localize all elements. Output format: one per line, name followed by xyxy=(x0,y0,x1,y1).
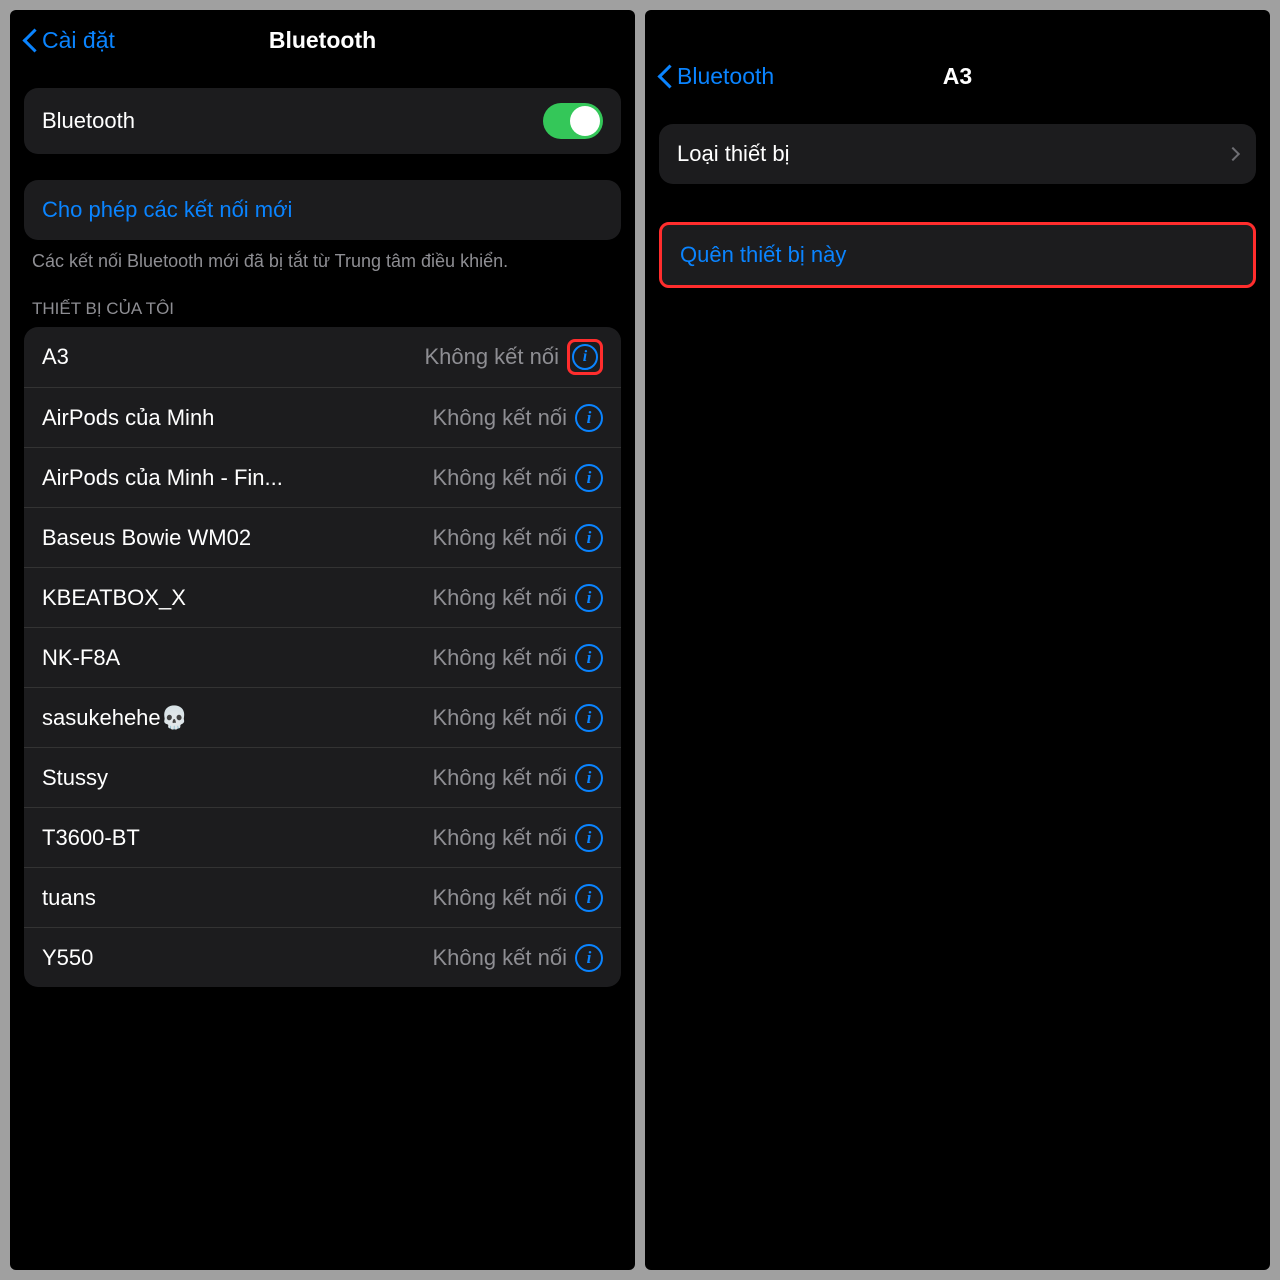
info-icon[interactable]: i xyxy=(575,464,603,492)
navbar-left: Cài đặt Bluetooth xyxy=(10,10,635,70)
info-icon[interactable]: i xyxy=(575,404,603,432)
device-name: Baseus Bowie WM02 xyxy=(42,525,432,551)
back-button[interactable]: Cài đặt xyxy=(22,27,115,54)
device-name: KBEATBOX_X xyxy=(42,585,432,611)
device-detail-screen: Bluetooth A3 Loại thiết bị Quên thiết bị… xyxy=(645,10,1270,1270)
info-icon[interactable]: i xyxy=(575,584,603,612)
device-row[interactable]: Baseus Bowie WM02Không kết nối i xyxy=(24,507,621,567)
bluetooth-toggle[interactable] xyxy=(543,103,603,139)
info-icon[interactable]: i xyxy=(567,339,603,375)
chevron-left-icon xyxy=(22,27,40,53)
back-button[interactable]: Bluetooth xyxy=(657,63,774,90)
forget-device-group: Quên thiết bị này xyxy=(659,222,1256,288)
device-status: Không kết nối xyxy=(432,645,567,671)
info-icon[interactable]: i xyxy=(575,944,603,972)
device-name: T3600-BT xyxy=(42,825,432,851)
device-name: NK-F8A xyxy=(42,645,432,671)
device-row[interactable]: sasukehehe💀Không kết nối i xyxy=(24,687,621,747)
navbar-right: Bluetooth A3 xyxy=(645,10,1270,106)
device-type-group: Loại thiết bị xyxy=(659,124,1256,184)
device-status: Không kết nối xyxy=(432,825,567,851)
device-status: Không kết nối xyxy=(432,465,567,491)
device-name: AirPods của Minh xyxy=(42,405,432,431)
device-status: Không kết nối xyxy=(432,945,567,971)
forget-device-label: Quên thiết bị này xyxy=(680,242,1235,268)
back-label: Cài đặt xyxy=(42,27,115,54)
device-list: A3Không kết nốiiAirPods của MinhKhông kế… xyxy=(24,327,621,987)
bluetooth-toggle-group: Bluetooth xyxy=(24,88,621,154)
device-status: Không kết nối xyxy=(432,585,567,611)
back-label: Bluetooth xyxy=(677,63,774,90)
device-status: Không kết nối xyxy=(432,765,567,791)
device-status: Không kết nối xyxy=(432,525,567,551)
info-icon[interactable]: i xyxy=(575,824,603,852)
device-name: sasukehehe💀 xyxy=(42,705,432,731)
device-row[interactable]: AirPods của Minh - Fin...Không kết nối i xyxy=(24,447,621,507)
forget-device-button[interactable]: Quên thiết bị này xyxy=(662,225,1253,285)
device-row[interactable]: StussyKhông kết nối i xyxy=(24,747,621,807)
device-type-row[interactable]: Loại thiết bị xyxy=(659,124,1256,184)
bluetooth-toggle-label: Bluetooth xyxy=(42,108,543,134)
device-name: tuans xyxy=(42,885,432,911)
device-name: A3 xyxy=(42,344,424,370)
device-row[interactable]: A3Không kết nối i xyxy=(24,327,621,387)
info-icon[interactable]: i xyxy=(575,644,603,672)
info-icon[interactable]: i xyxy=(575,764,603,792)
device-row[interactable]: Y550Không kết nối i xyxy=(24,927,621,987)
device-status: Không kết nối xyxy=(432,405,567,431)
device-name: AirPods của Minh - Fin... xyxy=(42,465,432,491)
device-status: Không kết nối xyxy=(424,344,559,370)
content-left: Bluetooth Cho phép các kết nối mới Các k… xyxy=(10,70,635,1001)
device-type-label: Loại thiết bị xyxy=(677,141,1228,167)
device-row[interactable]: KBEATBOX_XKhông kết nối i xyxy=(24,567,621,627)
device-name: Stussy xyxy=(42,765,432,791)
chevron-right-icon xyxy=(1226,147,1240,161)
content-right: Loại thiết bị Quên thiết bị này xyxy=(645,106,1270,302)
chevron-left-icon xyxy=(657,63,675,89)
bluetooth-toggle-row[interactable]: Bluetooth xyxy=(24,88,621,154)
bluetooth-list-screen: Cài đặt Bluetooth Bluetooth Cho phép các… xyxy=(10,10,635,1270)
device-row[interactable]: NK-F8AKhông kết nối i xyxy=(24,627,621,687)
device-name: Y550 xyxy=(42,945,432,971)
allow-new-label: Cho phép các kết nối mới xyxy=(42,197,603,223)
device-row[interactable]: T3600-BTKhông kết nối i xyxy=(24,807,621,867)
device-status: Không kết nối xyxy=(432,885,567,911)
device-row[interactable]: AirPods của MinhKhông kết nối i xyxy=(24,387,621,447)
info-icon[interactable]: i xyxy=(575,704,603,732)
allow-new-connections-button[interactable]: Cho phép các kết nối mới xyxy=(24,180,621,240)
device-status: Không kết nối xyxy=(432,705,567,731)
allow-new-group: Cho phép các kết nối mới xyxy=(24,180,621,240)
device-row[interactable]: tuansKhông kết nối i xyxy=(24,867,621,927)
info-icon[interactable]: i xyxy=(575,884,603,912)
info-icon[interactable]: i xyxy=(575,524,603,552)
my-devices-header: THIẾT BỊ CỦA TÔI xyxy=(24,273,621,327)
allow-new-footer: Các kết nối Bluetooth mới đã bị tắt từ T… xyxy=(24,240,621,273)
